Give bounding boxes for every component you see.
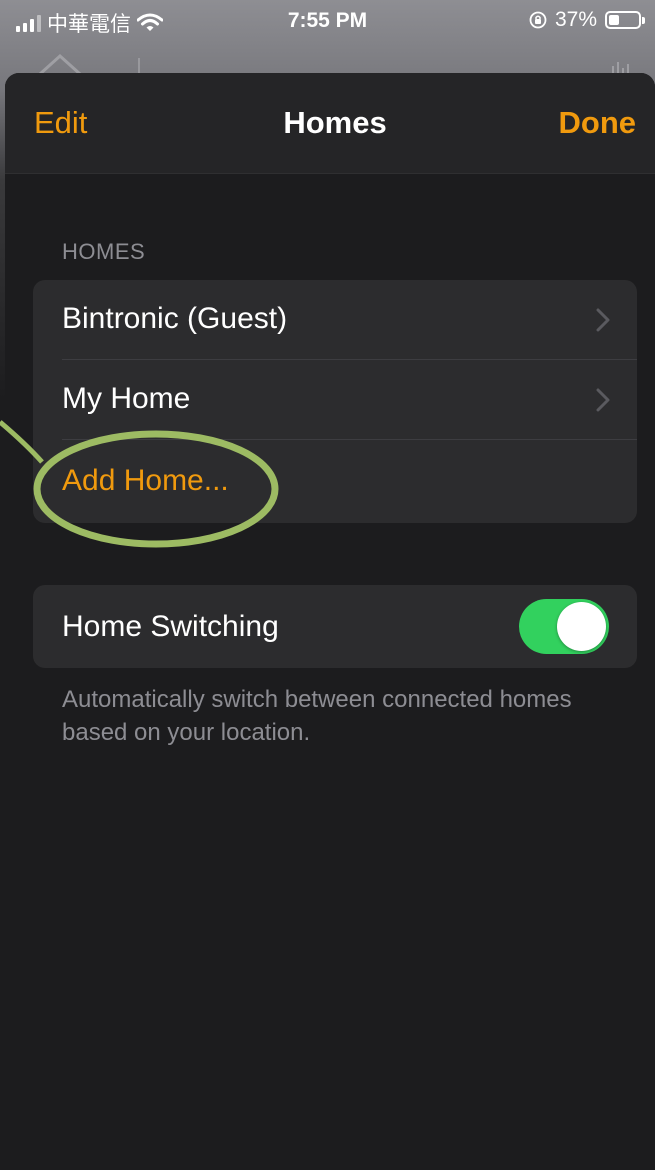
- home-switching-label: Home Switching: [62, 610, 279, 643]
- home-switching-row: Home Switching: [33, 585, 637, 668]
- home-name: Bintronic (Guest): [62, 302, 288, 335]
- battery-icon: [605, 11, 645, 29]
- chevron-right-icon: [596, 308, 610, 332]
- home-switching-description: Automatically switch between connected h…: [62, 686, 572, 746]
- list-item-home-bintronic[interactable]: Bintronic (Guest): [33, 280, 637, 360]
- add-home-button[interactable]: Add Home...: [33, 442, 637, 522]
- navigation-bar: Edit Homes Done: [5, 73, 655, 174]
- add-home-label: Add Home...: [62, 464, 229, 497]
- list-item-home-my-home[interactable]: My Home: [33, 360, 637, 440]
- chevron-right-icon: [596, 388, 610, 412]
- homes-sheet: Edit Homes Done HOMES Bintronic (Guest) …: [5, 73, 655, 1170]
- section-header-homes: HOMES: [62, 239, 146, 264]
- home-name: My Home: [62, 382, 191, 415]
- homes-list: Bintronic (Guest) My Home Add Home...: [33, 280, 637, 523]
- toggle-knob: [557, 602, 606, 651]
- done-button[interactable]: Done: [559, 105, 637, 141]
- status-bar: 中華電信 7:55 PM 37%: [0, 0, 655, 40]
- battery-percent: 37%: [554, 8, 597, 31]
- orientation-lock-icon: [529, 11, 547, 29]
- home-switching-toggle[interactable]: [519, 599, 609, 654]
- status-right: 37%: [529, 8, 645, 32]
- row-separator: [62, 439, 637, 440]
- page-title: Homes: [283, 105, 387, 140]
